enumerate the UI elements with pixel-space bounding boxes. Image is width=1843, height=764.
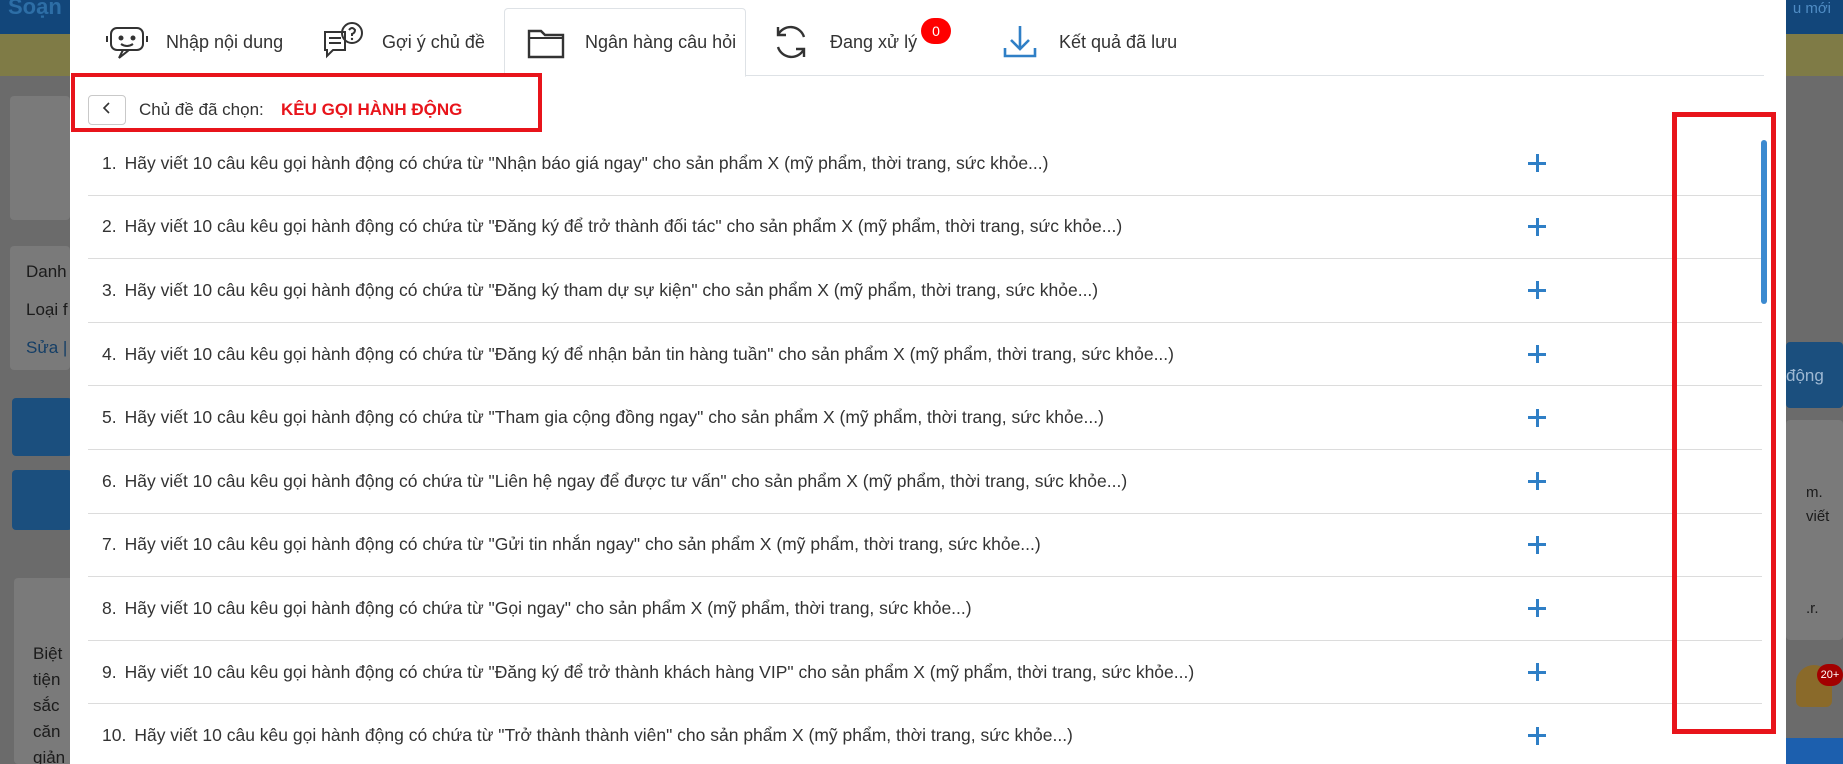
- background-biet-line: giản: [33, 748, 66, 764]
- list-item: 8. Hãy viết 10 câu kêu gọi hành động có …: [88, 577, 1762, 641]
- question-number: 8.: [102, 597, 117, 618]
- back-button[interactable]: [88, 95, 126, 125]
- question-text: Hãy viết 10 câu kêu gọi hành động có chứ…: [134, 725, 1073, 746]
- add-plus-icon[interactable]: [1525, 660, 1549, 684]
- question-number: 5.: [102, 407, 117, 428]
- tab-label: Đang xử lý: [830, 31, 918, 52]
- background-brand: Soạn: [8, 0, 62, 19]
- question-number: 1.: [102, 152, 117, 173]
- question-number: 6.: [102, 470, 117, 491]
- background-new-link: u mới: [1792, 0, 1831, 17]
- background-biet-line: Biệt: [33, 644, 63, 663]
- selected-topic-label: Chủ đề đã chọn:: [139, 100, 264, 119]
- background-danh-text: Danh: [26, 262, 67, 281]
- suggestion-chat-icon: [320, 19, 366, 65]
- background-button: [12, 470, 72, 530]
- question-text: Hãy viết 10 câu kêu gọi hành động có chứ…: [124, 152, 1049, 173]
- question-number: 4.: [102, 343, 117, 364]
- question-text: Hãy viết 10 câu kêu gọi hành động có chứ…: [124, 597, 972, 618]
- background-biet-line: căn: [33, 722, 61, 741]
- question-text: Hãy viết 10 câu kêu gọi hành động có chứ…: [124, 216, 1123, 237]
- background-loai-text: Loại f: [26, 300, 68, 319]
- list-item: 10. Hãy viết 10 câu kêu gọi hành động có…: [88, 704, 1762, 764]
- list-item: 3. Hãy viết 10 câu kêu gọi hành động có …: [88, 259, 1762, 323]
- chevron-left-icon: [101, 101, 113, 120]
- add-plus-icon[interactable]: [1525, 278, 1549, 302]
- add-plus-icon[interactable]: [1525, 406, 1549, 430]
- chatbot-icon: [104, 19, 150, 65]
- background-sua-link: Sửa |: [26, 338, 68, 357]
- add-buttons-highlight: [1672, 112, 1776, 734]
- background-dong-text: động: [1786, 366, 1824, 385]
- tab-label: Gợi ý chủ đề: [382, 31, 485, 52]
- download-icon: [997, 19, 1043, 65]
- question-number: 3.: [102, 279, 117, 300]
- add-plus-icon[interactable]: [1525, 342, 1549, 366]
- list-item: 1. Hãy viết 10 câu kêu gọi hành động có …: [88, 132, 1762, 196]
- question-list: 1. Hãy viết 10 câu kêu gọi hành động có …: [88, 132, 1762, 764]
- tab-label: Kết quả đã lưu: [1059, 31, 1178, 52]
- add-plus-icon[interactable]: [1525, 151, 1549, 175]
- tab-nhap-noi-dung[interactable]: Nhập nội dung: [104, 8, 283, 76]
- background-fragment: m.: [1806, 484, 1823, 501]
- list-item: 2. Hãy viết 10 câu kêu gọi hành động có …: [88, 196, 1762, 260]
- question-text: Hãy viết 10 câu kêu gọi hành động có chứ…: [124, 343, 1174, 364]
- question-number: 7.: [102, 534, 117, 555]
- tab-dang-xu-ly[interactable]: Đang xử lý 0: [768, 8, 951, 76]
- background-fragment: viết: [1806, 508, 1830, 525]
- list-item: 6. Hãy viết 10 câu kêu gọi hành động có …: [88, 450, 1762, 514]
- add-plus-icon[interactable]: [1525, 469, 1549, 493]
- question-number: 2.: [102, 216, 117, 237]
- add-plus-icon[interactable]: [1525, 596, 1549, 620]
- question-bank-modal: Nhập nội dung Gợi ý chủ đề Ngân hàng câu…: [70, 0, 1786, 764]
- refresh-icon: [768, 19, 814, 65]
- question-text: Hãy viết 10 câu kêu gọi hành động có chứ…: [124, 279, 1099, 300]
- add-plus-icon[interactable]: [1525, 215, 1549, 239]
- folder-icon: [523, 20, 569, 66]
- notification-badge: 20+: [1817, 664, 1843, 686]
- processing-count-badge: 0: [921, 18, 951, 44]
- question-number: 10.: [102, 725, 127, 746]
- list-item: 9. Hãy viết 10 câu kêu gọi hành động có …: [88, 641, 1762, 705]
- add-plus-icon[interactable]: [1525, 724, 1549, 748]
- question-number: 9.: [102, 661, 117, 682]
- tab-label: Ngân hàng câu hỏi: [585, 32, 737, 52]
- background-fragment: .r.: [1806, 600, 1819, 617]
- tab-label: Nhập nội dung: [166, 31, 284, 52]
- add-plus-icon[interactable]: [1525, 533, 1549, 557]
- tab-ngan-hang-cau-hoi[interactable]: Ngân hàng câu hỏi: [504, 8, 746, 77]
- tab-ket-qua-da-luu[interactable]: Kết quả đã lưu: [997, 8, 1177, 76]
- list-item: 7. Hãy viết 10 câu kêu gọi hành động có …: [88, 514, 1762, 578]
- background-panel: [10, 96, 70, 220]
- tab-goi-y-chu-de[interactable]: Gợi ý chủ đề: [320, 8, 485, 76]
- background-button: [12, 398, 72, 456]
- list-item: 4. Hãy viết 10 câu kêu gọi hành động có …: [88, 323, 1762, 387]
- question-text: Hãy viết 10 câu kêu gọi hành động có chứ…: [124, 407, 1104, 428]
- list-item: 5. Hãy viết 10 câu kêu gọi hành động có …: [88, 386, 1762, 450]
- question-text: Hãy viết 10 câu kêu gọi hành động có chứ…: [124, 470, 1128, 491]
- background-biet-line: sắc: [33, 696, 60, 715]
- question-text: Hãy viết 10 câu kêu gọi hành động có chứ…: [124, 661, 1195, 682]
- tab-bar: Nhập nội dung Gợi ý chủ đề Ngân hàng câu…: [84, 8, 1764, 77]
- background-biet-line: tiện: [33, 670, 61, 689]
- selected-topic-value: KÊU GỌI HÀNH ĐỘNG: [281, 100, 463, 119]
- question-text: Hãy viết 10 câu kêu gọi hành động có chứ…: [124, 534, 1041, 555]
